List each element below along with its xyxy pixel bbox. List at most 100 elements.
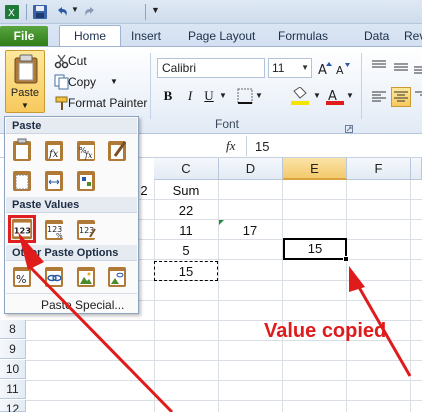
paste-formulas-number-format-icon[interactable]: %fx [74,138,98,162]
column-header-d[interactable]: D [219,158,283,180]
align-middle-icon[interactable] [393,59,409,75]
row-header-8[interactable]: 8 [0,320,26,339]
italic-button[interactable]: I [181,87,199,105]
bold-button[interactable]: B [159,87,177,105]
gridline [26,380,422,381]
paste-transpose-icon[interactable] [74,168,98,192]
customize-qat-icon[interactable]: ▼ [151,5,160,15]
error-indicator-icon [219,220,224,225]
tab-home[interactable]: Home [59,25,121,47]
paste-link-icon[interactable] [42,264,66,288]
fill-color-icon[interactable] [290,87,312,105]
tab-page-layout[interactable]: Page Layout [188,27,255,46]
fill-handle[interactable] [343,256,349,262]
menu-divider [6,293,137,294]
paste-values-section-header: Paste Values [6,197,137,213]
svg-text:%: % [56,232,63,240]
paste-formulas-icon[interactable]: fx [42,138,66,162]
svg-text:X: X [8,8,15,19]
tab-data[interactable]: Data [364,27,389,46]
align-left-icon[interactable] [371,89,387,105]
row-header-12[interactable]: 12 [0,400,26,412]
paste-linked-picture-icon[interactable] [105,264,129,288]
tab-file[interactable]: File [0,26,48,46]
ribbon-tabs: File Home Insert Page Layout Formulas Da… [0,24,422,47]
cell-c3[interactable]: 22 [154,201,218,220]
copy-label: Copy [68,75,97,89]
gridline [410,180,411,412]
paste-formatting-icon[interactable]: % [10,264,34,288]
paste-values-number-format-icon[interactable]: 123% [42,217,66,241]
font-color-icon[interactable]: A [325,87,345,105]
borders-dropdown-icon[interactable]: ▼ [255,91,263,100]
font-size-value: 11 [272,61,285,75]
gridline [346,180,347,412]
redo-icon[interactable] [82,4,98,20]
paste-values-source-formatting-icon[interactable]: 123 [74,217,98,241]
cell-c4[interactable]: 11 [154,221,218,240]
paste-values-icon[interactable]: 123 [8,215,36,243]
paste-keep-source-formatting-icon[interactable] [105,138,129,162]
quick-access-toolbar: X ▼ ▼ [0,0,422,24]
shrink-font-icon[interactable]: A [335,60,351,76]
gridline [26,400,422,401]
font-size-combo[interactable]: 11 ▼ [268,58,312,78]
gridline [218,180,219,412]
save-icon[interactable] [32,4,48,20]
align-bottom-icon[interactable] [413,59,422,75]
undo-icon[interactable] [54,4,70,20]
group-separator [150,53,151,119]
row-header-9[interactable]: 9 [0,340,26,359]
format-painter-label: Format Painter [68,96,148,110]
cell-c2[interactable]: Sum [154,181,218,200]
qat-separator [145,4,146,20]
cut-label: Cut [68,54,87,68]
font-color-dropdown-icon[interactable]: ▼ [346,91,354,100]
paste-dropdown-icon[interactable]: ▼ [21,101,29,110]
copy-dropdown-icon[interactable]: ▼ [110,73,118,91]
tab-insert[interactable]: Insert [131,27,161,46]
dialog-launcher-icon[interactable] [345,125,353,133]
underline-button[interactable]: U [200,87,218,105]
column-header-f[interactable]: F [347,158,411,180]
undo-dropdown-icon[interactable]: ▼ [71,5,79,14]
align-right-icon[interactable] [414,89,422,105]
insert-function-icon[interactable]: fx [226,138,235,154]
other-paste-options-header: Other Paste Options [6,245,137,261]
paste-button[interactable]: Paste ▼ [5,50,45,113]
paste-special-item[interactable]: Paste Special... [41,298,124,312]
svg-text:fx: fx [84,151,93,160]
cell-c6-copied[interactable]: 15 [154,261,218,281]
align-center-icon [394,91,408,102]
paste-options-menu: Paste fx % fx Paste Values 123 123% 123 O… [4,116,139,314]
font-name-combo[interactable]: Calibri [157,58,265,78]
fill-dropdown-icon[interactable]: ▼ [313,91,321,100]
paste-keep-column-widths-icon[interactable] [42,168,66,192]
column-header-c[interactable]: C [154,158,219,180]
align-center-button[interactable] [391,87,411,107]
paste-no-borders-icon[interactable] [10,168,34,192]
row-header-10[interactable]: 10 [0,360,26,379]
cell-e5-selected[interactable]: 15 [283,238,349,262]
column-header-g[interactable] [411,158,422,180]
qat-separator [26,4,27,20]
cell-c5[interactable]: 5 [154,241,218,260]
svg-text:123: 123 [14,226,31,236]
column-header-e[interactable]: E [283,158,347,180]
excel-icon[interactable]: X [4,4,20,20]
tab-formulas[interactable]: Formulas [278,27,328,46]
paste-icon[interactable] [10,138,34,162]
cell-d4[interactable]: 17 [218,221,282,240]
underline-dropdown-icon[interactable]: ▼ [219,91,227,100]
svg-text:%: % [16,273,26,286]
align-top-icon[interactable] [371,59,387,75]
cell-e5-value: 15 [307,241,323,256]
paste-label: Paste [10,87,40,99]
formula-bar-value[interactable]: 15 [255,139,269,154]
grow-font-icon[interactable]: A [317,60,333,76]
paste-section-header: Paste [6,118,137,134]
borders-icon[interactable] [237,88,253,104]
paste-picture-icon[interactable] [74,264,98,288]
row-header-11[interactable]: 11 [0,380,26,399]
tab-review[interactable]: Rev [404,27,422,46]
